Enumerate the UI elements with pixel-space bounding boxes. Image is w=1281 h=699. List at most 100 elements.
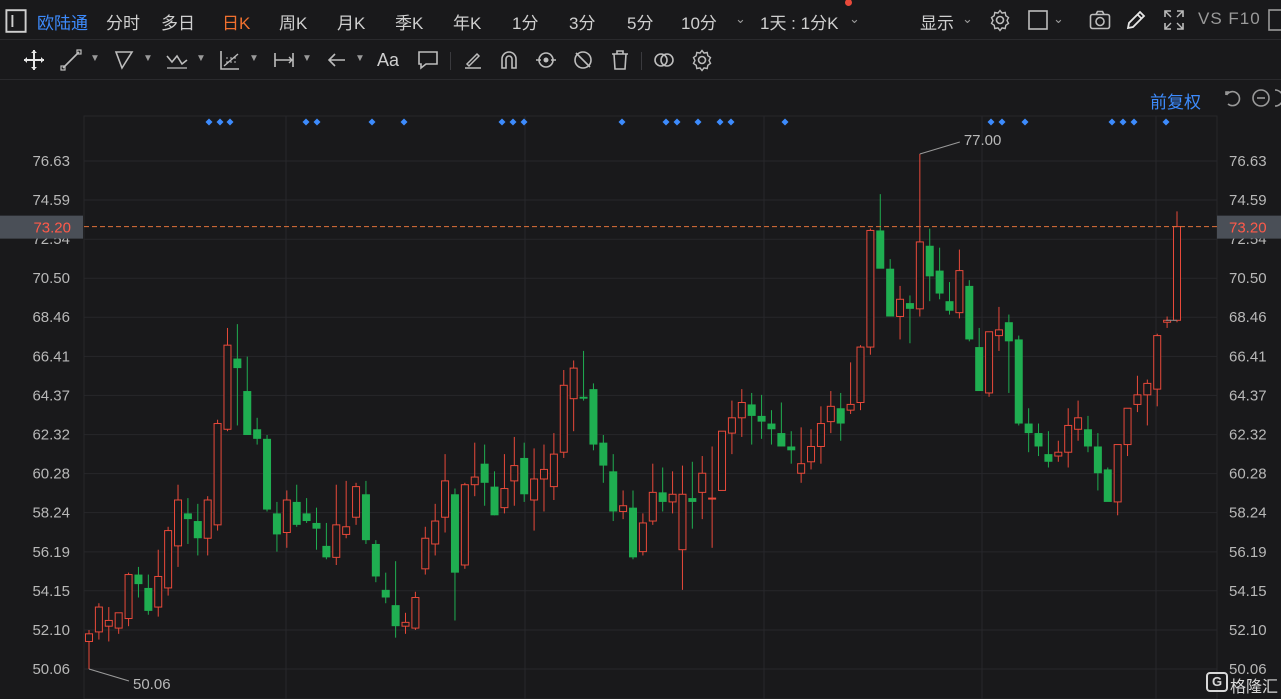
polyline-icon[interactable] <box>112 48 136 72</box>
wave-chevron-icon[interactable]: ▼ <box>196 52 208 66</box>
candle-body <box>530 478 539 501</box>
plot-area <box>83 115 1218 699</box>
stock-name[interactable]: 欧陆通 <box>37 9 88 34</box>
candle-body <box>737 402 746 419</box>
candle-body <box>787 446 796 451</box>
tab-monthly-k[interactable]: 月K <box>337 9 365 34</box>
y-axis-label-right: 66.41 <box>1229 348 1267 365</box>
candle-body <box>233 358 242 369</box>
candle-body <box>688 498 697 502</box>
hide-icon[interactable] <box>571 48 595 72</box>
text-tool[interactable]: Aa <box>377 50 401 74</box>
candle-body <box>381 589 390 598</box>
candle-body <box>846 403 855 411</box>
y-axis-label-left: 58.24 <box>32 505 70 522</box>
candle-body <box>1153 335 1162 390</box>
y-axis-label-left: 62.32 <box>32 427 70 444</box>
candle-body <box>1173 226 1181 321</box>
candle-body <box>302 513 311 522</box>
y-axis-label-left: 56.19 <box>32 544 70 561</box>
fib-chevron-icon[interactable]: ▼ <box>249 52 261 66</box>
candle-body <box>1103 469 1112 502</box>
candle-body <box>797 463 806 474</box>
eye-icon[interactable] <box>534 48 558 72</box>
fib-icon[interactable] <box>218 48 242 72</box>
polyline-chevron-icon[interactable]: ▼ <box>143 52 155 66</box>
candle-body <box>658 492 667 502</box>
tab-1min[interactable]: 1分 <box>512 9 538 34</box>
candle-body <box>638 522 647 553</box>
comment-icon[interactable] <box>416 48 440 72</box>
y-axis-label-left: 66.41 <box>32 348 70 365</box>
arrow-chevron-icon[interactable]: ▼ <box>355 52 367 66</box>
candle-body <box>1054 451 1063 457</box>
compare-icon[interactable] <box>652 48 676 72</box>
y-axis-label-left: 50.06 <box>32 661 70 678</box>
settings-gear-icon[interactable] <box>988 8 1012 32</box>
candle-body <box>648 491 657 522</box>
y-axis-label-right: 68.46 <box>1229 309 1267 326</box>
eraser-icon[interactable] <box>461 48 485 72</box>
move-icon[interactable] <box>22 48 46 72</box>
candle-body <box>905 303 914 309</box>
tab-multi-day[interactable]: 多日 <box>161 9 195 34</box>
line-chevron-icon[interactable]: ▼ <box>90 52 102 66</box>
layout-square-icon[interactable] <box>1026 8 1050 32</box>
y-axis-label-right: 74.59 <box>1229 192 1267 209</box>
trash-icon[interactable] <box>608 48 632 72</box>
tab-5min[interactable]: 5分 <box>627 9 653 34</box>
pencil-icon[interactable] <box>1124 8 1148 32</box>
current-price-label-right: 73.20 <box>1229 220 1267 237</box>
period-chevron-icon[interactable]: ⌄ <box>849 11 860 27</box>
candle-body <box>757 415 766 422</box>
layout-chevron-icon[interactable]: ⌄ <box>1053 11 1064 27</box>
panel-toggle-icon[interactable] <box>4 9 27 33</box>
y-axis-label-right: 76.63 <box>1229 153 1267 170</box>
candlestick-chart[interactable]: 76.63 76.6374.59 74.5972.54 72.5470.50 70.50… <box>0 80 1281 699</box>
max-price-annotation: 77.00 <box>964 132 1002 149</box>
candle-body <box>431 520 440 545</box>
wave-icon[interactable] <box>165 48 189 72</box>
y-axis-label-right: 60.28 <box>1229 466 1267 483</box>
candle-body <box>292 501 301 525</box>
side-panel-icon[interactable] <box>1268 9 1281 31</box>
candle-body <box>589 389 598 445</box>
candle-body <box>421 537 430 570</box>
candle-body <box>935 270 944 294</box>
camera-icon[interactable] <box>1088 8 1112 32</box>
y-axis-label-left: 74.59 <box>32 192 70 209</box>
candle-body <box>1113 444 1122 503</box>
tab-daily-k[interactable]: 日K <box>222 9 250 34</box>
line-icon[interactable] <box>59 48 83 72</box>
candle-body <box>1034 433 1043 447</box>
candle-body <box>460 484 469 566</box>
candle-body <box>1004 322 1013 342</box>
fullscreen-icon[interactable] <box>1162 8 1186 32</box>
candle-body <box>94 606 103 633</box>
tab-3min[interactable]: 3分 <box>569 9 595 34</box>
period-select[interactable]: 1天 : 1分K <box>760 9 838 34</box>
tab-intraday[interactable]: 分时 <box>106 9 140 34</box>
candle-body <box>500 488 509 509</box>
vs-f10-button[interactable]: VS F10 <box>1198 9 1261 29</box>
candle-body <box>955 270 964 314</box>
measure-chevron-icon[interactable]: ▼ <box>302 52 314 66</box>
measure-icon[interactable] <box>272 48 296 72</box>
candle-body <box>975 347 984 392</box>
more-periods-chevron-icon[interactable]: ⌄ <box>735 11 746 27</box>
tab-10min[interactable]: 10分 <box>681 9 717 34</box>
display-menu[interactable]: 显示 <box>920 9 954 34</box>
candle-body <box>767 423 776 430</box>
arrow-icon[interactable] <box>325 48 349 72</box>
settings-icon[interactable] <box>690 48 714 72</box>
candle-body <box>1044 454 1053 462</box>
display-chevron-icon[interactable]: ⌄ <box>962 11 973 27</box>
magnet-icon[interactable] <box>497 48 521 72</box>
candle-body <box>876 230 885 269</box>
y-axis-label-left: 52.10 <box>32 622 70 639</box>
candle-body <box>322 545 331 558</box>
tab-weekly-k[interactable]: 周K <box>279 9 307 34</box>
tab-quarterly-k[interactable]: 季K <box>395 9 423 34</box>
tab-yearly-k[interactable]: 年K <box>453 9 481 34</box>
candle-body <box>925 245 934 277</box>
